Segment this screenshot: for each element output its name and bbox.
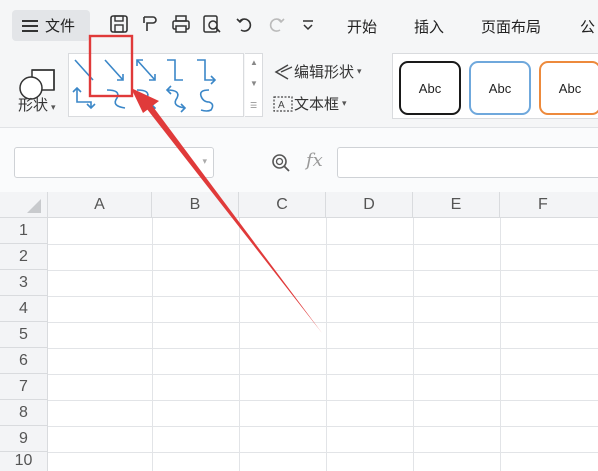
- s-curve-connector-icon[interactable]: [199, 89, 214, 112]
- column-header-d[interactable]: D: [326, 192, 413, 218]
- row-header-10[interactable]: 10: [0, 452, 48, 471]
- column-header-a[interactable]: A: [48, 192, 152, 218]
- column-header-f[interactable]: F: [500, 192, 598, 218]
- gridline: [48, 400, 598, 401]
- save-icon[interactable]: [108, 13, 130, 35]
- row-header-6[interactable]: 6: [0, 348, 48, 374]
- curved-connector-icon[interactable]: [106, 89, 126, 109]
- row-header-9[interactable]: 9: [0, 426, 48, 452]
- elbow-double-arrow-icon[interactable]: [72, 86, 96, 110]
- shapes-button[interactable]: 形状 ▾: [18, 94, 56, 115]
- gridline: [48, 322, 598, 323]
- textbox-button[interactable]: A 文本框 ▾: [272, 93, 347, 114]
- row-header-3[interactable]: 3: [0, 270, 48, 296]
- chevron-down-icon: ▾: [342, 98, 347, 108]
- formula-input[interactable]: [337, 147, 598, 178]
- spreadsheet-grid: A B C D E F 1 2 3 4 5 6 7 8 9 10: [0, 192, 598, 471]
- shape-style-2[interactable]: Abc: [469, 61, 531, 115]
- tab-home[interactable]: 开始: [347, 16, 377, 37]
- name-box[interactable]: ▾: [14, 147, 214, 178]
- hamburger-icon: [22, 19, 38, 32]
- gridline: [326, 218, 327, 471]
- customize-toolbar-icon[interactable]: [297, 13, 319, 35]
- chevron-down-icon: ▾: [357, 66, 362, 76]
- row-header-1[interactable]: 1: [0, 218, 48, 244]
- row-header-8[interactable]: 8: [0, 400, 48, 426]
- shape-styles-gallery: Abc Abc Abc: [392, 53, 598, 119]
- column-header-b[interactable]: B: [152, 192, 239, 218]
- fx-icon[interactable]: fx: [306, 150, 323, 171]
- row-header-4[interactable]: 4: [0, 296, 48, 322]
- row-header-7[interactable]: 7: [0, 374, 48, 400]
- edit-shape-icon: [274, 63, 293, 80]
- shape-style-1[interactable]: Abc: [399, 61, 461, 115]
- connector-options: [72, 59, 217, 113]
- elbow-arrow-connector-icon[interactable]: [104, 59, 124, 81]
- chevron-down-icon: ▾: [51, 102, 56, 112]
- gridline: [500, 218, 501, 471]
- gridline: [48, 374, 598, 375]
- shape-style-3[interactable]: Abc: [539, 61, 598, 115]
- file-menu-label: 文件: [45, 18, 76, 35]
- edit-shape-label: 编辑形状: [294, 64, 355, 81]
- gridline: [152, 218, 153, 471]
- curved-double-arrow-icon[interactable]: [165, 85, 187, 113]
- select-all-corner[interactable]: [0, 192, 48, 218]
- svg-text:A: A: [278, 100, 285, 111]
- find-icon[interactable]: [270, 152, 292, 174]
- formula-bar: ▾ fx: [0, 128, 598, 192]
- gridline: [48, 452, 598, 453]
- shapes-label: 形状: [18, 97, 49, 114]
- gridline: [48, 348, 598, 349]
- gridline: [48, 296, 598, 297]
- row-header-5[interactable]: 5: [0, 322, 48, 348]
- textbox-label: 文本框: [294, 96, 340, 113]
- gallery-scrollbar[interactable]: ▲ ▼ ☰: [245, 53, 263, 117]
- elbow-connector-arrow-icon[interactable]: [197, 59, 217, 85]
- gridline: [48, 426, 598, 427]
- print-preview-icon[interactable]: [201, 13, 223, 35]
- straight-connector-icon[interactable]: [74, 59, 94, 81]
- format-painter-icon[interactable]: [139, 13, 161, 35]
- menu-bar: 文件 开始 插入 页面布局 公: [0, 0, 598, 48]
- connector-gallery: [68, 53, 244, 117]
- gridline: [239, 218, 240, 471]
- column-header-c[interactable]: C: [239, 192, 326, 218]
- tab-formulas[interactable]: 公: [580, 16, 595, 37]
- file-menu-button[interactable]: 文件: [12, 10, 90, 41]
- double-arrow-connector-icon[interactable]: [136, 59, 156, 81]
- tab-insert[interactable]: 插入: [414, 16, 444, 37]
- chevron-down-icon[interactable]: ▾: [202, 156, 207, 167]
- scroll-up-icon[interactable]: ▲: [250, 58, 258, 67]
- ribbon: 形状 ▾ ▲ ▼ ☰ 编辑形状 ▾ A 文本框 ▾ Abc Abc Abc: [0, 48, 598, 128]
- edit-shape-button[interactable]: 编辑形状 ▾: [272, 61, 362, 82]
- column-header-e[interactable]: E: [413, 192, 500, 218]
- scroll-down-icon[interactable]: ▼: [250, 79, 258, 88]
- gridline: [48, 270, 598, 271]
- gallery-expand-icon[interactable]: ☰: [250, 101, 257, 110]
- gridline: [413, 218, 414, 471]
- redo-icon[interactable]: [265, 13, 287, 35]
- elbow-connector-icon[interactable]: [167, 59, 183, 81]
- textbox-icon: A: [273, 95, 293, 112]
- tab-page-layout[interactable]: 页面布局: [481, 16, 541, 37]
- undo-icon[interactable]: [234, 13, 256, 35]
- row-header-2[interactable]: 2: [0, 244, 48, 270]
- gridline: [48, 244, 598, 245]
- print-icon[interactable]: [170, 13, 192, 35]
- curved-arrow-connector-icon[interactable]: [136, 89, 157, 113]
